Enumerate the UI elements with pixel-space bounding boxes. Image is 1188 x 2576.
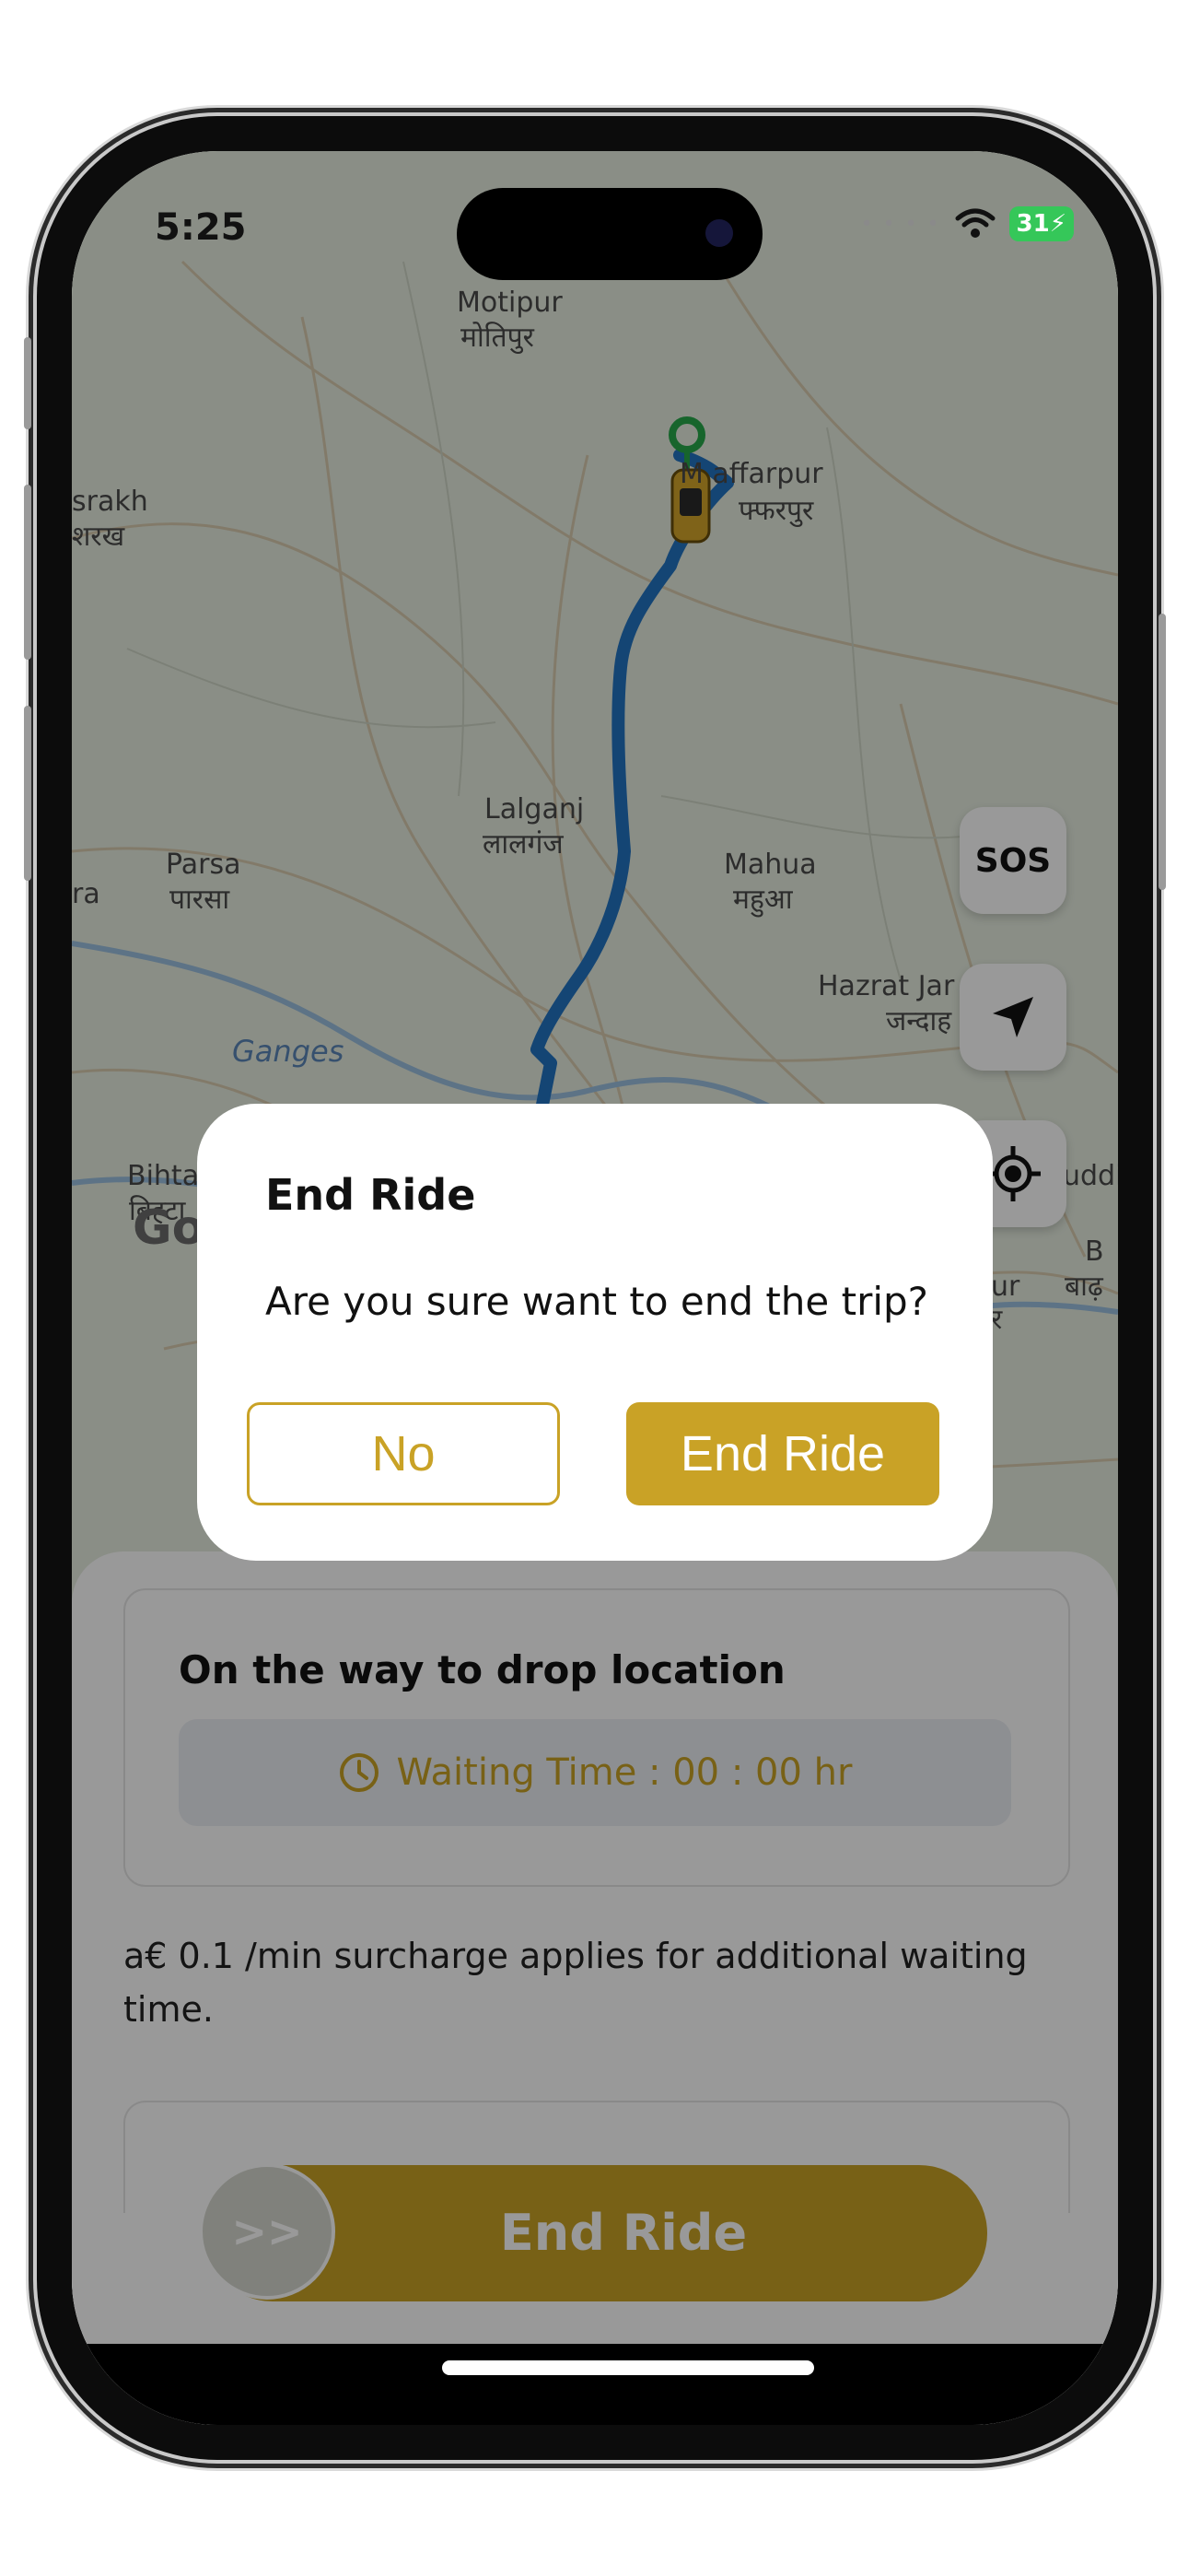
battery-icon: 31⚡ [1008, 206, 1074, 241]
dialog-message: Are you sure want to end the trip? [265, 1279, 928, 1324]
status-icons: • • • • 31⚡ [861, 206, 1074, 241]
status-bar: 5:25 • • • • 31⚡ [72, 151, 1118, 280]
camera-icon [705, 219, 733, 247]
dynamic-island [457, 188, 763, 280]
wifi-icon [955, 208, 996, 238]
action-button [24, 337, 31, 429]
dialog-title: End Ride [265, 1170, 476, 1220]
end-ride-dialog: End Ride Are you sure want to end the tr… [197, 1104, 993, 1561]
home-indicator[interactable] [442, 2360, 814, 2375]
end-ride-confirm-button[interactable]: End Ride [626, 1402, 939, 1505]
screen: Motipur मोतिपुर srakh शरख M affarpur फ्फ… [72, 151, 1118, 2425]
no-button[interactable]: No [247, 1402, 560, 1505]
volume-up-button [24, 485, 31, 660]
battery-level: 31 [1016, 210, 1050, 238]
signal-icon: • • • • [860, 212, 941, 236]
status-time: 5:25 [155, 206, 247, 249]
volume-down-button [24, 706, 31, 881]
phone-frame: Motipur मोतिपुर srakh शरख M affarpur फ्फ… [24, 116, 1166, 2460]
power-button [1159, 614, 1166, 890]
